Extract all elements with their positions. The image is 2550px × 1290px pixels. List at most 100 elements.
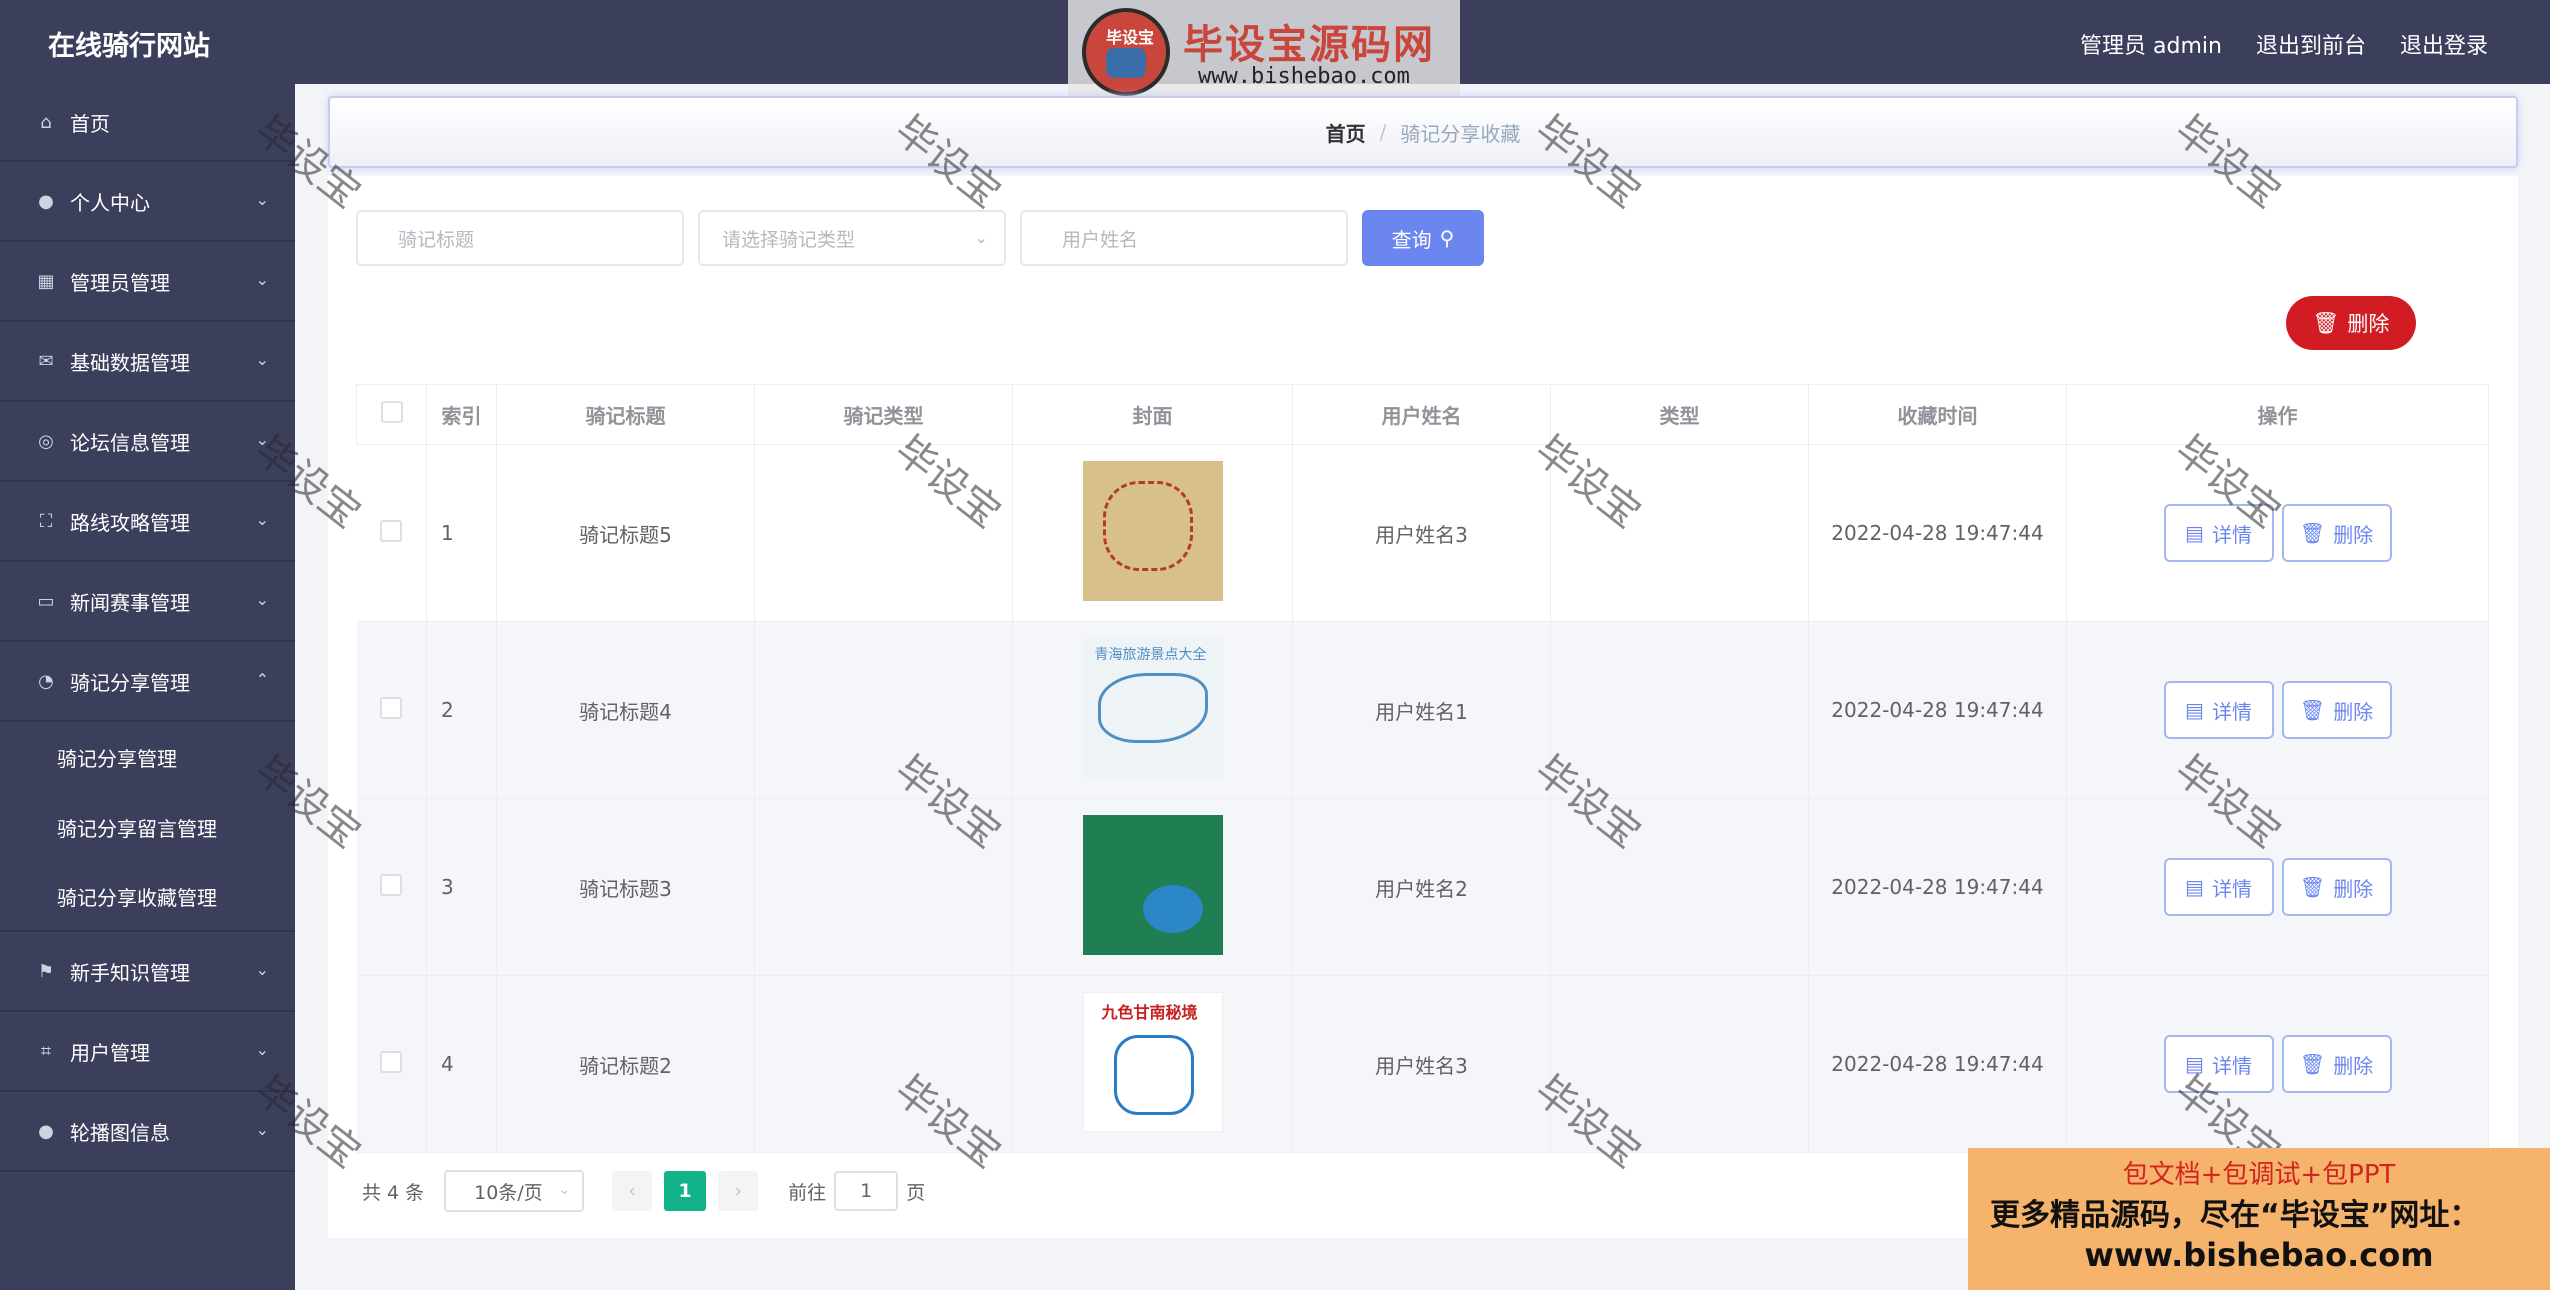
cover-image[interactable]: 九色甘南秘境: [1082, 991, 1223, 1132]
column-header: 用户姓名: [1292, 384, 1551, 445]
title-search-input[interactable]: 骑记标题: [356, 210, 684, 266]
sidebar-item-novice[interactable]: ⚑ 新手知识管理 ⌄: [0, 932, 295, 1012]
trash-icon: 🗑: [2299, 875, 2326, 899]
row-checkbox[interactable]: [356, 444, 427, 622]
cell-actions: ▤ 详情 🗑 删除: [2066, 798, 2489, 976]
prev-page-button[interactable]: ‹: [612, 1171, 653, 1211]
table-row: 1 骑记标题5 用户姓名3 2022-04-28 19:47:44 ▤ 详情 🗑 删除: [356, 444, 2489, 622]
back-to-front-link[interactable]: 退出到前台: [2256, 28, 2366, 60]
batch-delete-button[interactable]: 🗑 删除: [2286, 296, 2416, 350]
cell-type: [1550, 975, 1809, 1153]
row-checkbox[interactable]: [356, 621, 427, 799]
crop-icon: ⌗: [40, 1040, 52, 1062]
query-button[interactable]: 查询 ⚲: [1362, 210, 1484, 266]
cell-ride-type: [754, 621, 1013, 799]
admin-user-label[interactable]: 管理员 admin: [2080, 28, 2222, 60]
sidebar-subitem-ride-comment[interactable]: 骑记分享留言管理: [0, 792, 295, 862]
cell-actions: ▤ 详情 🗑 删除: [2066, 975, 2489, 1153]
cover-image[interactable]: [1082, 460, 1223, 601]
breadcrumb-home[interactable]: 首页: [1326, 118, 1366, 147]
column-header: 操作: [2066, 384, 2489, 445]
cell-index: 1: [426, 444, 497, 622]
sidebar-item-news[interactable]: ▭ 新闻赛事管理 ⌄: [0, 562, 295, 642]
chevron-down-icon: ⌄: [255, 430, 269, 449]
select-all-checkbox[interactable]: [356, 384, 427, 445]
column-header: 骑记类型: [754, 384, 1013, 445]
detail-button[interactable]: ▤ 详情: [2163, 1035, 2274, 1093]
sidebar-item-profile[interactable]: ● 个人中心 ⌄: [0, 162, 295, 242]
chevron-down-icon: ⌄: [255, 190, 269, 209]
delete-button[interactable]: 🗑 删除: [2281, 681, 2392, 739]
username-search-input[interactable]: 用户姓名: [1020, 210, 1348, 266]
sidebar-item-ride-share[interactable]: ◔ 骑记分享管理 ⌃: [0, 642, 295, 722]
cell-ride-type: [754, 444, 1013, 622]
delete-button[interactable]: 🗑 删除: [2281, 1035, 2392, 1093]
table-header-row: 索引 骑记标题 骑记类型 封面 用户姓名 类型 收藏时间 操作: [356, 384, 2489, 445]
search-icon: ⚲: [1439, 226, 1455, 250]
trash-icon: 🗑: [2299, 1052, 2326, 1076]
goto-page-input[interactable]: 1: [834, 1171, 899, 1211]
trash-icon: 🗑: [2299, 521, 2326, 545]
chevron-down-icon: ⌄: [255, 350, 269, 369]
logout-link[interactable]: 退出登录: [2400, 28, 2488, 60]
column-header: 收藏时间: [1808, 384, 2067, 445]
column-header: 骑记标题: [496, 384, 755, 445]
chevron-down-icon: ⌄: [974, 228, 988, 247]
logo-brand-text: 毕设宝源码网: [1183, 22, 1435, 68]
logo-url-text: www.bishebao.com: [1198, 64, 1410, 89]
sidebar-item-forum[interactable]: ◎ 论坛信息管理 ⌄: [0, 402, 295, 482]
page-size-select[interactable]: 10条/页 ⌄: [444, 1170, 585, 1212]
document-icon: ▤: [2185, 1052, 2204, 1076]
detail-button[interactable]: ▤ 详情: [2163, 858, 2274, 916]
sidebar-item-users[interactable]: ⌗ 用户管理 ⌄: [0, 1012, 295, 1092]
cell-actions: ▤ 详情 🗑 删除: [2066, 444, 2489, 622]
delete-button[interactable]: 🗑 删除: [2281, 858, 2392, 916]
row-checkbox[interactable]: [356, 798, 427, 976]
sidebar-item-admin[interactable]: ▦ 管理员管理 ⌄: [0, 242, 295, 322]
chevron-down-icon: ⌄: [255, 1120, 269, 1139]
table-row: 3 骑记标题3 用户姓名2 2022-04-28 19:47:44 ▤ 详情 🗑 删除: [356, 798, 2489, 976]
compass-icon: ◎: [38, 430, 54, 452]
cell-title: 骑记标题3: [496, 798, 755, 976]
trash-icon: 🗑: [2312, 310, 2340, 335]
ride-type-select[interactable]: 请选择骑记类型 ⌄: [698, 210, 1006, 266]
row-checkbox[interactable]: [356, 975, 427, 1153]
cell-index: 4: [426, 975, 497, 1153]
cover-image[interactable]: 青海旅游景点大全: [1082, 637, 1223, 778]
sidebar-item-carousel[interactable]: ● 轮播图信息 ⌄: [0, 1092, 295, 1172]
collection-table: 索引 骑记标题 骑记类型 封面 用户姓名 类型 收藏时间 操作 1 骑记标题5 …: [356, 384, 2489, 1153]
column-header: 封面: [1012, 384, 1293, 445]
cell-title: 骑记标题2: [496, 975, 755, 1153]
page-number-active[interactable]: 1: [664, 1171, 707, 1211]
chevron-right-icon: ›: [734, 1180, 742, 1202]
detail-button[interactable]: ▤ 详情: [2163, 681, 2274, 739]
delete-button[interactable]: 🗑 删除: [2281, 504, 2392, 562]
sidebar-subitem-ride-collect[interactable]: 骑记分享收藏管理: [0, 862, 295, 932]
sidebar-item-basic-data[interactable]: ✉ 基础数据管理 ⌄: [0, 322, 295, 402]
search-bar: 骑记标题 请选择骑记类型 ⌄ 用户姓名 查询 ⚲: [356, 210, 1484, 266]
cell-ride-type: [754, 798, 1013, 976]
sidebar-item-home[interactable]: ⌂ 首页: [0, 84, 295, 162]
cell-index: 2: [426, 621, 497, 799]
cell-type: [1550, 444, 1809, 622]
cell-title: 骑记标题4: [496, 621, 755, 799]
main-content: 骑记标题 请选择骑记类型 ⌄ 用户姓名 查询 ⚲ 🗑 删除 索引 骑记标题 骑记…: [328, 176, 2518, 1238]
message-icon: ▭: [37, 590, 55, 612]
promo-line-2: 更多精品源码，尽在“毕设宝”网址：: [1990, 1198, 2480, 1233]
chevron-down-icon: ⌄: [255, 1040, 269, 1059]
cell-user: 用户姓名3: [1292, 444, 1551, 622]
grid-icon: ▦: [37, 270, 55, 292]
cell-cover: 青海旅游景点大全: [1012, 621, 1293, 799]
column-header: 索引: [426, 384, 497, 445]
goto-suffix: 页: [906, 1181, 926, 1204]
next-page-button[interactable]: ›: [718, 1171, 759, 1211]
sidebar-subitem-ride-share[interactable]: 骑记分享管理: [0, 722, 295, 792]
detail-button[interactable]: ▤ 详情: [2163, 504, 2274, 562]
brand-logo-watermark: 毕设宝 毕设宝源码网 www.bishebao.com: [1068, 0, 1460, 104]
sidebar-item-route[interactable]: ⛶ 路线攻略管理 ⌄: [0, 482, 295, 562]
cover-image[interactable]: [1082, 814, 1223, 955]
chevron-left-icon: ‹: [628, 1180, 636, 1202]
trash-icon: 🗑: [2299, 698, 2326, 722]
column-header: 类型: [1550, 384, 1809, 445]
cell-time: 2022-04-28 19:47:44: [1808, 621, 2067, 799]
